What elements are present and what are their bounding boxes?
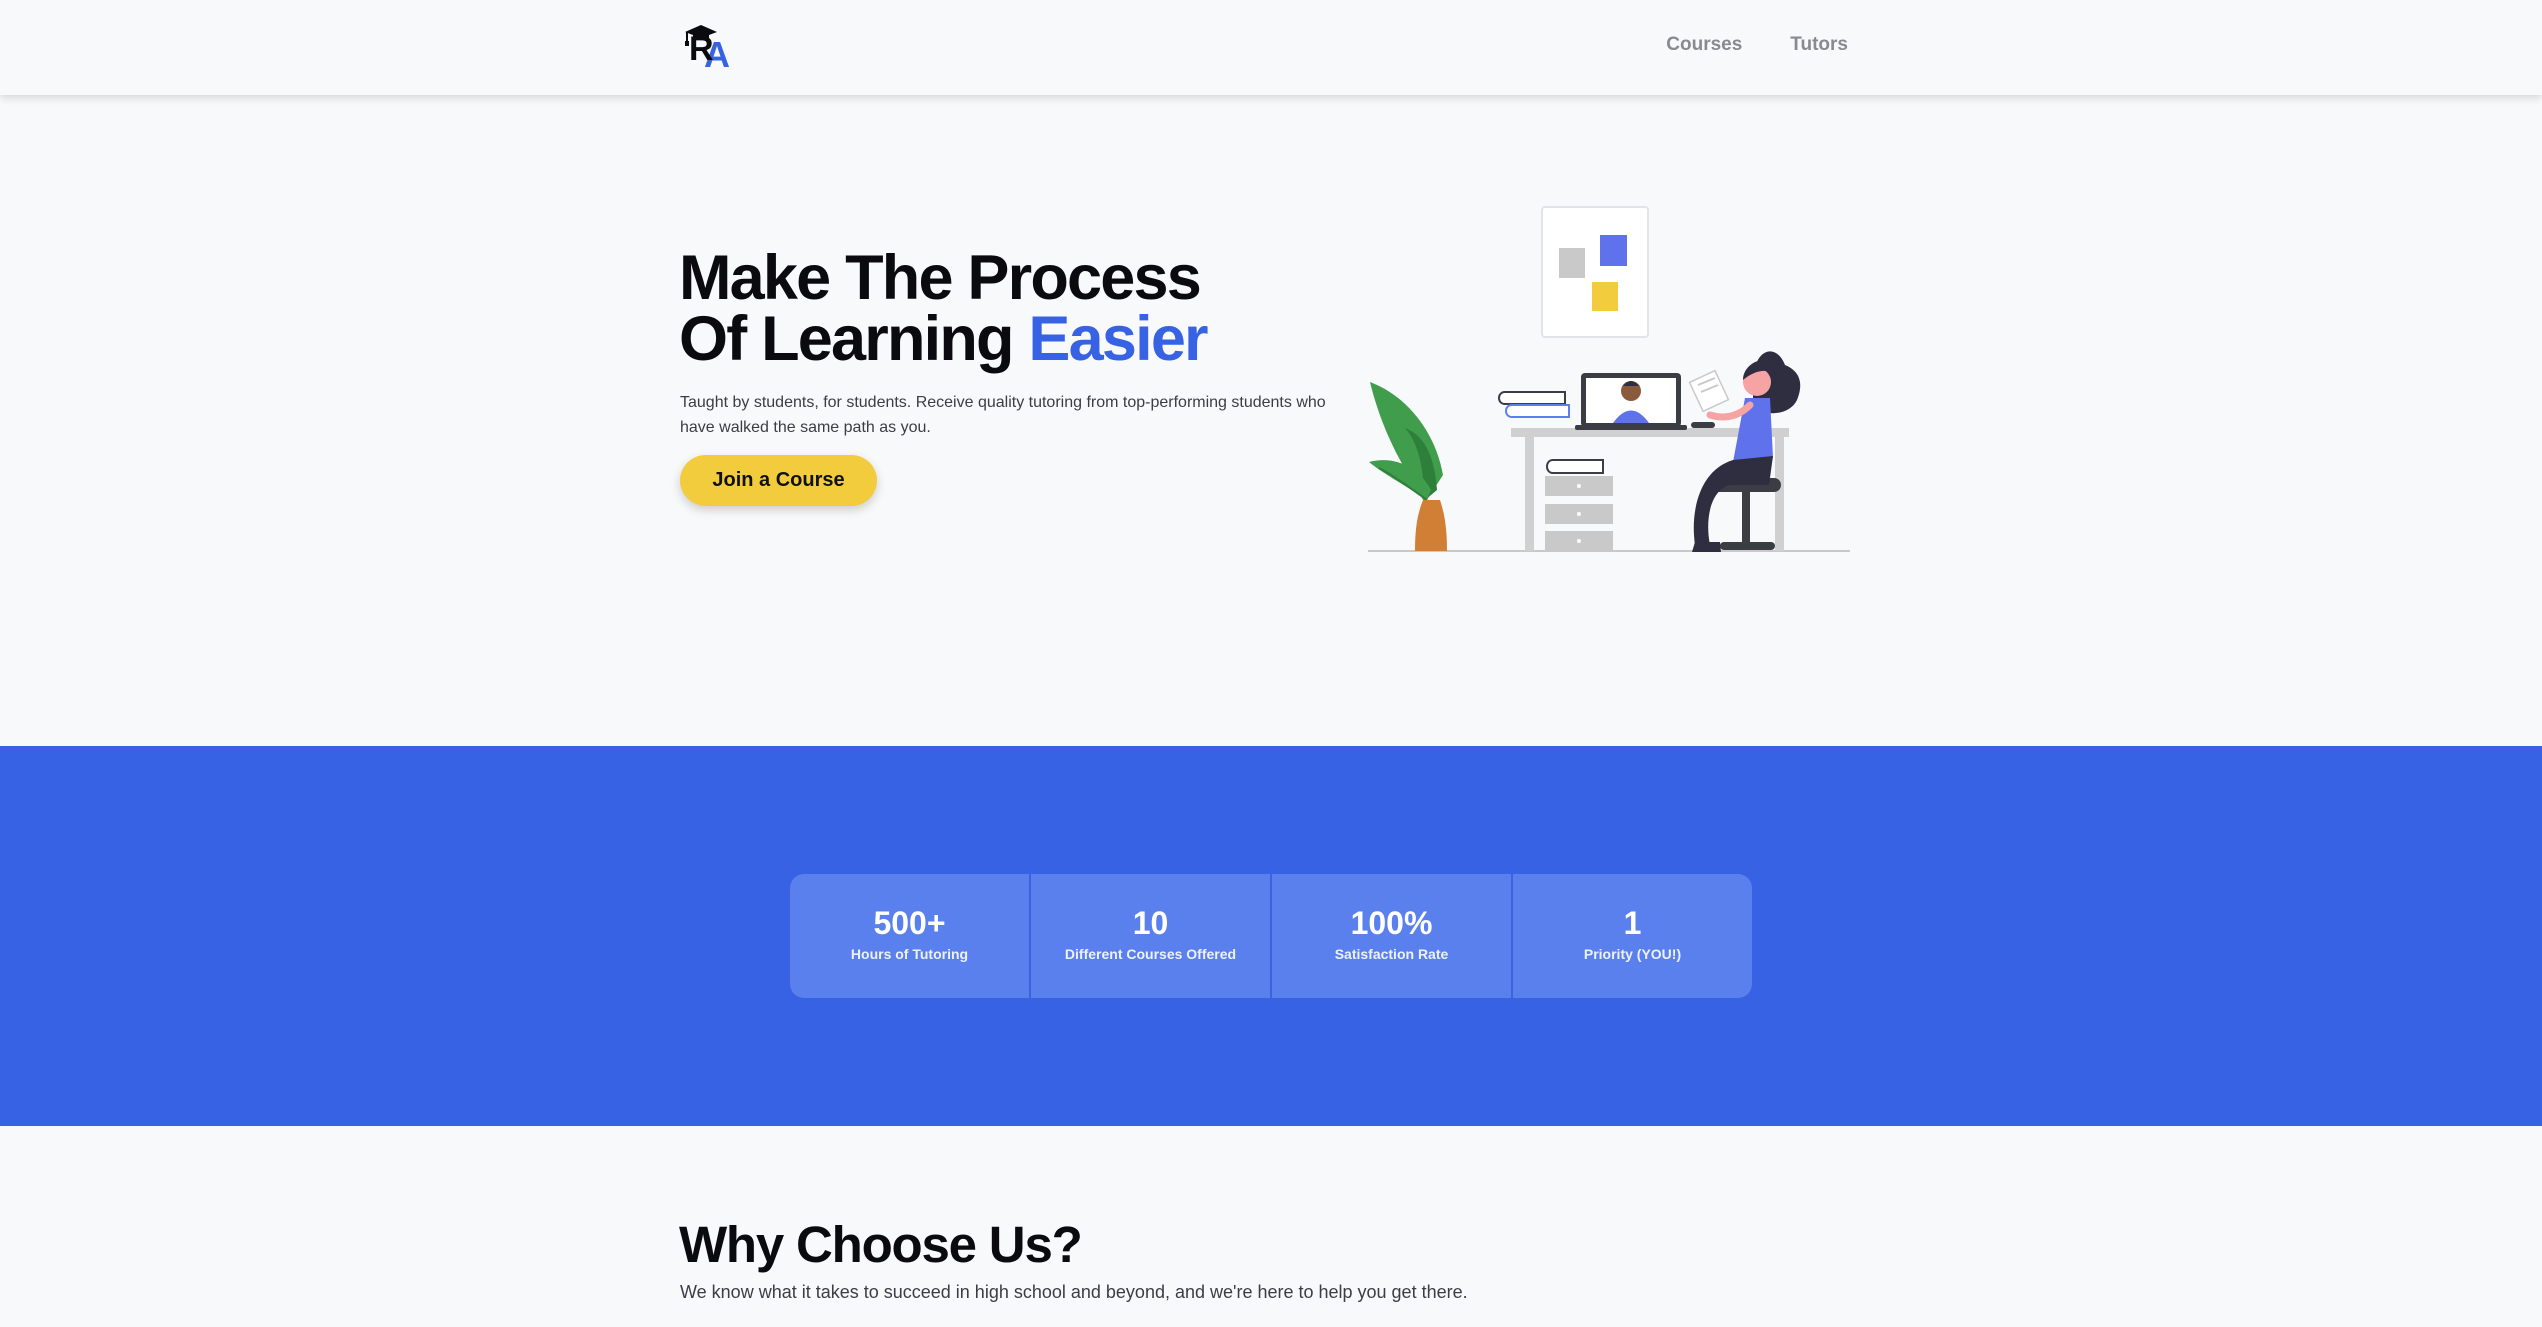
stat-label: Different Courses Offered	[1064, 946, 1237, 962]
nav-tutors-link[interactable]: Tutors	[1790, 34, 1848, 56]
stat-value: 1	[1623, 905, 1642, 941]
hero-title-line1: Make The Process	[679, 243, 1202, 313]
stat-value: 10	[1132, 905, 1169, 941]
stat-label: Priority (YOU!)	[1583, 946, 1682, 962]
stat-value: 100%	[1350, 905, 1433, 941]
stats-card: 500+ Hours of Tutoring 10 Different Cour…	[790, 874, 1752, 998]
stat-label: Hours of Tutoring	[850, 946, 969, 962]
student-studying-illustration	[1368, 206, 1850, 552]
main-nav: Courses Tutors	[1666, 34, 1848, 56]
why-choose-us-heading: Why Choose Us?	[679, 1216, 1083, 1273]
nav-courses-link[interactable]: Courses	[1666, 34, 1742, 56]
stat-satisfaction: 100% Satisfaction Rate	[1270, 874, 1511, 998]
graduation-cap-logo-icon[interactable]: A R	[683, 22, 739, 70]
hero-description: Taught by students, for students. Receiv…	[680, 394, 1326, 436]
why-choose-us-description: We know what it takes to succeed in high…	[680, 1282, 1468, 1302]
stat-value: 500+	[873, 905, 946, 941]
join-course-button[interactable]: Join a Course	[680, 455, 877, 506]
site-header: A R Courses Tutors	[0, 0, 2542, 95]
hero-title-accent: Easier	[1028, 304, 1208, 374]
stat-courses: 10 Different Courses Offered	[1029, 874, 1270, 998]
stat-priority: 1 Priority (YOU!)	[1511, 874, 1752, 998]
hero-title-line2-prefix: Of Learning	[679, 304, 1029, 374]
hero-title: Make The Process Of Learning Easier	[679, 247, 1209, 371]
stats-section: 500+ Hours of Tutoring 10 Different Cour…	[0, 746, 2542, 1126]
stat-label: Satisfaction Rate	[1334, 946, 1449, 962]
stat-hours: 500+ Hours of Tutoring	[790, 874, 1029, 998]
